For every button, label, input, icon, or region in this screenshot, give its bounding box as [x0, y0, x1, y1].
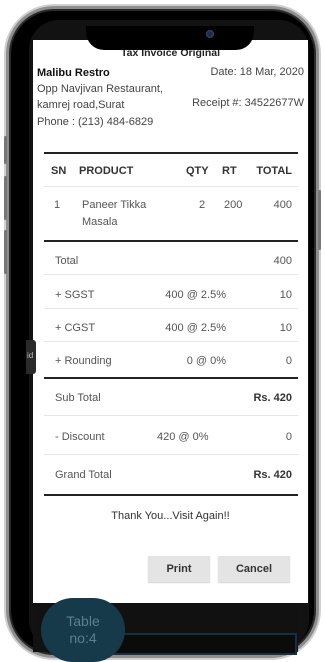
divider [44, 274, 298, 275]
table-badge-line-2: no:4 [69, 630, 97, 646]
item-rt: 200 [224, 199, 243, 211]
grand-total-value: Rs. 420 [253, 469, 292, 481]
invoice-date: Date: 18 Mar, 2020 [210, 66, 304, 78]
sgst-label: + SGST [55, 289, 95, 301]
item-sn: 1 [54, 199, 61, 211]
discount-value: 0 [285, 431, 292, 443]
divider [44, 341, 298, 342]
header-product: PRODUCT [79, 165, 134, 177]
thank-you-message: Thank You...Visit Again!! [111, 510, 230, 522]
item-qty: 2 [199, 199, 206, 211]
header-sn: SN [51, 165, 67, 177]
volume-down-button-2 [4, 230, 7, 274]
divider [44, 494, 298, 496]
invoice-receipt: Tax Invoice Original Malibu Restro Date:… [33, 40, 308, 603]
divider [44, 415, 298, 416]
receipt-number: Receipt #: 34522677W [192, 97, 304, 109]
divider [44, 377, 298, 379]
discount-rate: 420 @ 0% [157, 431, 209, 443]
item-product-line-1: Paneer Tikka [82, 199, 147, 211]
cgst-value: 10 [279, 322, 292, 334]
cgst-label: + CGST [55, 322, 96, 334]
divider [44, 186, 298, 187]
rounding-rate: 0 @ 0% [186, 355, 226, 367]
phone-notch [86, 26, 254, 50]
bottom-panel [112, 633, 297, 655]
divider [44, 240, 298, 242]
address-line-2: kamrej road,Surat [37, 99, 125, 111]
restaurant-phone: Phone : (213) 484-6829 [37, 116, 154, 128]
header-qty: QTY [186, 165, 209, 177]
table-number-badge[interactable]: Table no:4 [41, 598, 125, 662]
volume-down-button [4, 176, 7, 220]
sgst-value: 10 [279, 289, 292, 301]
divider [44, 308, 298, 309]
total-value: 400 [273, 255, 292, 267]
side-drawer-tab-label: id [27, 351, 34, 360]
item-product-line-2: Masala [82, 216, 118, 228]
subtotal-value: Rs. 420 [253, 392, 292, 404]
header-rt: RT [222, 165, 237, 177]
total-label: Total [55, 255, 79, 267]
rounding-value: 0 [285, 355, 292, 367]
cancel-button[interactable]: Cancel [218, 556, 290, 582]
print-button[interactable]: Print [148, 556, 210, 582]
rounding-label: + Rounding [55, 355, 112, 367]
subtotal-label: Sub Total [55, 392, 101, 404]
sgst-rate: 400 @ 2.5% [165, 289, 226, 301]
restaurant-name: Malibu Restro [37, 67, 110, 79]
grand-total-label: Grand Total [55, 469, 112, 481]
divider [44, 152, 298, 154]
camera-icon [206, 30, 214, 38]
volume-up-button [4, 136, 7, 164]
divider [44, 454, 298, 455]
item-total: 400 [273, 199, 292, 211]
discount-label: - Discount [55, 431, 105, 443]
header-total: TOTAL [256, 165, 292, 177]
address-line-1: Opp Navjivan Restaurant, [37, 83, 163, 95]
power-button [318, 190, 321, 250]
side-drawer-tab[interactable]: id [26, 340, 36, 374]
cgst-rate: 400 @ 2.5% [165, 322, 226, 334]
table-badge-line-1: Table [66, 613, 100, 629]
